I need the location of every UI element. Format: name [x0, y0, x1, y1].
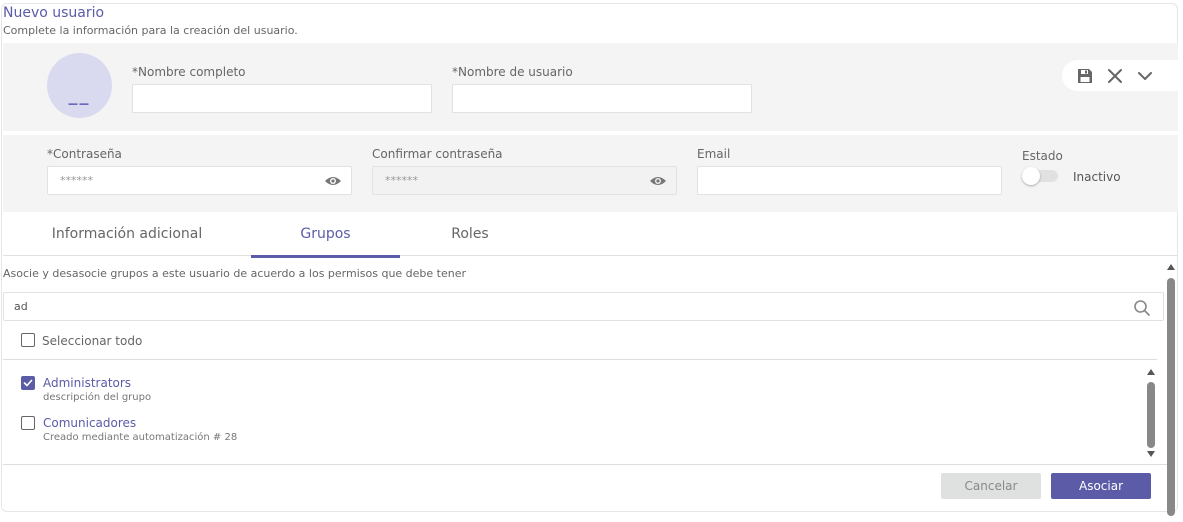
group-checkbox-comunicadores[interactable]: [21, 416, 35, 430]
username-label: *Nombre de usuario: [452, 65, 573, 79]
full-name-input[interactable]: [132, 84, 432, 113]
toggle-knob: [1022, 167, 1040, 185]
tab-bar: Información adicional Grupos Roles: [3, 212, 1178, 258]
cancel-button[interactable]: Cancelar: [941, 473, 1041, 499]
email-input[interactable]: [697, 166, 1002, 195]
estado-label: Estado: [1022, 149, 1063, 163]
groups-description: Asocie y desasocie grupos a este usuario…: [3, 267, 467, 280]
list-scrollbar[interactable]: [1146, 369, 1156, 457]
email-label: Email: [697, 147, 731, 161]
select-all-checkbox[interactable]: [21, 333, 35, 347]
scroll-thumb[interactable]: [1167, 278, 1175, 516]
page-subtitle: Complete la información para la creación…: [3, 24, 298, 37]
confirm-password-input[interactable]: ******: [372, 166, 677, 195]
new-user-dialog: Nuevo usuario Complete la información pa…: [0, 0, 1183, 522]
password-input[interactable]: ******: [47, 166, 352, 195]
close-icon[interactable]: [1106, 67, 1124, 85]
group-desc-administrators: descripción del grupo: [43, 392, 152, 403]
scroll-up-arrow[interactable]: [1147, 369, 1155, 375]
associate-button[interactable]: Asociar: [1051, 473, 1151, 499]
avatar[interactable]: __: [47, 53, 112, 118]
password-label: *Contraseña: [47, 147, 122, 161]
group-desc-comunicadores: Creado mediante automatización # 28: [43, 432, 238, 443]
tab-grupos[interactable]: Grupos: [251, 212, 400, 258]
select-all-label: Seleccionar todo: [42, 334, 143, 348]
full-name-label: *Nombre completo: [132, 65, 246, 79]
chevron-down-icon[interactable]: [1136, 67, 1154, 85]
tab-informacion-adicional[interactable]: Información adicional: [27, 212, 227, 256]
group-name-administrators[interactable]: Administrators: [43, 376, 131, 390]
eye-icon[interactable]: [324, 174, 342, 188]
eye-icon[interactable]: [649, 174, 667, 188]
scroll-thumb[interactable]: [1147, 382, 1155, 448]
search-value: ad: [14, 300, 28, 313]
page-title: Nuevo usuario: [3, 5, 105, 21]
tab-roles[interactable]: Roles: [400, 212, 540, 256]
list-divider-bottom: [3, 464, 1170, 465]
scroll-down-arrow[interactable]: [1147, 451, 1155, 457]
estado-toggle[interactable]: [1022, 167, 1058, 185]
confirm-password-label: Confirmar contraseña: [372, 147, 503, 161]
group-checkbox-administrators[interactable]: [21, 376, 35, 390]
username-input[interactable]: [452, 84, 752, 113]
scroll-up-arrow[interactable]: [1167, 264, 1175, 270]
list-divider-top: [3, 359, 1157, 360]
save-icon[interactable]: [1076, 67, 1094, 85]
group-name-comunicadores[interactable]: Comunicadores: [43, 416, 136, 430]
group-search-input[interactable]: ad: [3, 292, 1164, 321]
header-actions: [1062, 60, 1178, 91]
panel-scrollbar[interactable]: [1166, 264, 1176, 516]
confirm-password-value: ******: [385, 174, 418, 187]
password-value: ******: [60, 174, 93, 187]
estado-value: Inactivo: [1073, 170, 1121, 184]
search-icon[interactable]: [1133, 299, 1151, 317]
